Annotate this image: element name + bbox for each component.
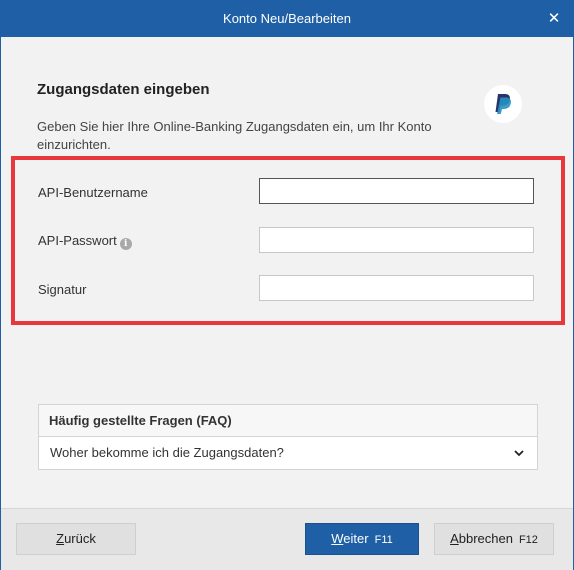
dialog-window: Konto Neu/Bearbeiten ✕ Zugangsdaten eing… bbox=[0, 0, 574, 570]
cancel-button-label: bbrechen bbox=[458, 531, 513, 546]
faq-item[interactable]: Woher bekomme ich die Zugangsdaten? bbox=[39, 437, 537, 469]
next-button-label: eiter bbox=[343, 531, 369, 546]
paypal-logo-svg bbox=[495, 94, 511, 114]
cancel-button[interactable]: Abbrechen F12 bbox=[434, 523, 554, 555]
paypal-logo-icon bbox=[484, 85, 522, 123]
next-button[interactable]: Weiter F11 bbox=[305, 523, 419, 555]
faq-question: Woher bekomme ich die Zugangsdaten? bbox=[50, 445, 284, 460]
api-username-label-text: API-Benutzername bbox=[38, 185, 148, 200]
cancel-button-shortcut: F12 bbox=[518, 534, 538, 546]
title-bar[interactable]: Konto Neu/Bearbeiten ✕ bbox=[1, 1, 573, 37]
next-button-shortcut: F11 bbox=[374, 534, 393, 546]
api-password-label: API-Passwort i bbox=[38, 233, 132, 250]
page-heading: Zugangsdaten eingeben bbox=[37, 81, 210, 98]
back-button-accel: Z bbox=[56, 531, 65, 546]
signature-label: Signatur bbox=[38, 282, 86, 297]
api-password-input[interactable] bbox=[259, 227, 534, 253]
info-icon[interactable]: i bbox=[119, 238, 132, 250]
signature-label-text: Signatur bbox=[38, 282, 87, 297]
content-area: Zugangsdaten eingeben Geben Sie hier Ihr… bbox=[1, 37, 573, 507]
api-username-label: API-Benutzername bbox=[38, 185, 148, 200]
page-description: Geben Sie hier Ihre Online-Banking Zugan… bbox=[37, 119, 432, 152]
api-username-input[interactable] bbox=[259, 178, 534, 204]
cancel-button-accel: A bbox=[450, 531, 459, 546]
close-icon: ✕ bbox=[547, 10, 561, 27]
chevron-down-icon bbox=[514, 450, 524, 457]
back-button[interactable]: Zurück bbox=[16, 523, 136, 555]
faq-header: Häufig gestellte Fragen (FAQ) bbox=[39, 405, 537, 437]
window-title: Konto Neu/Bearbeiten bbox=[223, 11, 351, 26]
signature-input[interactable] bbox=[259, 275, 534, 301]
back-button-label: urück bbox=[64, 531, 96, 546]
next-button-accel: W bbox=[331, 531, 344, 546]
footer-bar: Zurück Weiter F11 Abbrechen F12 bbox=[1, 508, 573, 570]
close-button[interactable]: ✕ bbox=[543, 8, 565, 30]
api-password-label-text: API-Passwort bbox=[38, 233, 117, 248]
faq-panel: Häufig gestellte Fragen (FAQ) Woher beko… bbox=[38, 404, 538, 470]
